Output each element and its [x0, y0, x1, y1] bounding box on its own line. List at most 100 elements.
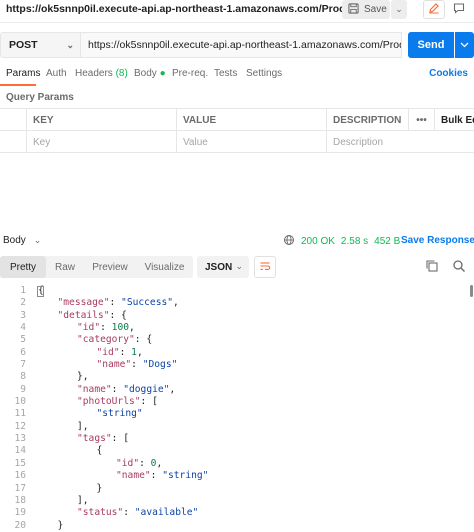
tab-prereq[interactable]: Pre-req. — [172, 68, 208, 79]
save-icon — [348, 2, 359, 17]
search-button[interactable] — [452, 259, 468, 275]
cookies-link[interactable]: Cookies — [429, 68, 468, 79]
format-select[interactable]: JSON ⌄ — [197, 256, 249, 278]
response-code-viewer[interactable]: 1{2 "message": "Success", 3 "details": {4 "i… — [0, 285, 474, 532]
json-punctuation: ], — [77, 494, 89, 506]
copy-button[interactable] — [425, 259, 441, 275]
json-punctuation: : — [131, 359, 143, 371]
tab-auth[interactable]: Auth — [46, 68, 67, 79]
code-text: "name": "Dogs" — [97, 359, 178, 371]
headers-count-badge: (8) — [115, 68, 128, 79]
json-punctuation: , — [156, 457, 163, 469]
code-line: 15 "id": 0, — [0, 458, 474, 470]
param-value-input[interactable]: Value — [176, 131, 326, 153]
comments-button[interactable] — [448, 0, 470, 19]
code-text: "id": 0, — [116, 458, 162, 470]
response-size[interactable]: 452 B — [374, 236, 400, 247]
code-text: "details": { — [58, 310, 127, 322]
method-select[interactable]: POST ⌄ — [0, 32, 80, 58]
save-options-button[interactable]: ⌄ — [391, 0, 407, 19]
send-button[interactable]: Send — [408, 32, 454, 58]
json-string: "string" — [96, 408, 143, 420]
response-time[interactable]: 2.58 s — [341, 236, 368, 247]
tab-headers[interactable]: Headers (8) — [75, 68, 128, 79]
json-punctuation: : — [119, 346, 132, 358]
code-text: "string" — [97, 408, 143, 420]
pencil-icon — [428, 2, 440, 17]
json-key: "name" — [96, 359, 132, 371]
url-input[interactable]: https://ok5snnp0il.execute-api.ap-northe… — [80, 32, 402, 58]
line-number: 20 — [14, 519, 26, 531]
json-key: "status" — [77, 507, 124, 519]
json-string: "available" — [134, 507, 199, 519]
view-mode-group: Pretty Raw Preview Visualize — [0, 256, 193, 278]
code-text: ], — [77, 495, 89, 507]
checkbox-column-header — [0, 109, 26, 131]
code-text: }, — [77, 371, 89, 383]
code-line: 10 "photoUrls": [ — [0, 396, 474, 408]
response-body-label: Body — [3, 235, 26, 246]
code-line: 9 "name": "doggie", — [0, 384, 474, 396]
line-number: 13 — [14, 433, 26, 445]
divider — [0, 22, 474, 23]
tab-tests[interactable]: Tests — [214, 68, 237, 79]
request-tabs: Params Auth Headers (8) Body ● Pre-req. … — [0, 66, 474, 84]
response-body-select[interactable]: Body ⌄ — [3, 235, 41, 246]
save-response-button[interactable]: Save Response ⌄ — [401, 235, 474, 246]
json-punctuation: } — [96, 482, 103, 494]
code-line: 6 "id": 1, — [0, 347, 474, 359]
view-raw-tab[interactable]: Raw — [46, 256, 84, 278]
json-punctuation: : [ — [140, 396, 158, 408]
json-key: "photoUrls" — [77, 396, 141, 408]
tab-headers-label: Headers — [75, 68, 113, 79]
code-text: "id": 100, — [77, 322, 135, 334]
json-string: "Success" — [121, 297, 174, 309]
tab-params[interactable]: Params — [6, 68, 40, 79]
format-value: JSON — [205, 261, 233, 273]
line-number: 19 — [14, 507, 26, 519]
edit-button[interactable] — [423, 0, 445, 19]
code-text: "name": "string" — [116, 470, 208, 482]
param-key-input[interactable]: Key — [26, 131, 176, 153]
status-code[interactable]: 200 OK — [301, 236, 335, 247]
view-visualize-tab[interactable]: Visualize — [136, 256, 193, 278]
params-empty-row: Key Value Description — [0, 131, 474, 153]
send-options-button[interactable] — [455, 32, 474, 58]
wrap-lines-button[interactable] — [254, 256, 276, 278]
globe-icon[interactable] — [283, 234, 295, 249]
code-line: 1{ — [0, 285, 474, 297]
code-line: 7 "name": "Dogs" — [0, 359, 474, 371]
row-checkbox — [0, 131, 26, 153]
line-number: 15 — [14, 457, 26, 469]
code-line: 5 "category": { — [0, 334, 474, 346]
view-preview-tab[interactable]: Preview — [84, 256, 136, 278]
code-text: ], — [77, 421, 89, 433]
tab-body[interactable]: Body ● — [134, 68, 166, 79]
code-line: 13 "tags": [ — [0, 433, 474, 445]
view-pretty-tab[interactable]: Pretty — [0, 256, 46, 278]
code-text: "status": "available" — [77, 507, 198, 519]
code-text: "photoUrls": [ — [77, 396, 158, 408]
json-punctuation: } — [57, 519, 64, 531]
line-number: 18 — [14, 494, 26, 506]
bulk-edit-button[interactable]: Bulk Edit — [434, 109, 474, 131]
line-number: 7 — [20, 359, 26, 371]
param-description-input[interactable]: Description — [326, 131, 474, 153]
request-title[interactable]: https://ok5snnp0il.execute-api.ap-northe… — [6, 3, 389, 15]
more-options-button[interactable]: ••• — [408, 109, 434, 131]
code-text: "category": { — [77, 334, 152, 346]
json-key: "category" — [77, 334, 135, 346]
json-punctuation: : [ — [111, 433, 129, 445]
save-button[interactable]: Save — [342, 0, 390, 19]
code-line: 20} — [0, 520, 474, 532]
json-punctuation: ], — [77, 420, 89, 432]
code-line: 11 "string" — [0, 408, 474, 420]
json-string: "Dogs" — [142, 359, 178, 371]
vertical-scrollbar[interactable] — [470, 285, 473, 297]
json-punctuation: : — [139, 457, 151, 469]
response-status: 200 OK 2.58 s 452 B — [283, 234, 400, 249]
code-text: "tags": [ — [77, 433, 129, 445]
tab-settings[interactable]: Settings — [246, 68, 282, 79]
body-indicator-dot: ● — [159, 68, 166, 79]
json-punctuation: , — [169, 383, 176, 395]
